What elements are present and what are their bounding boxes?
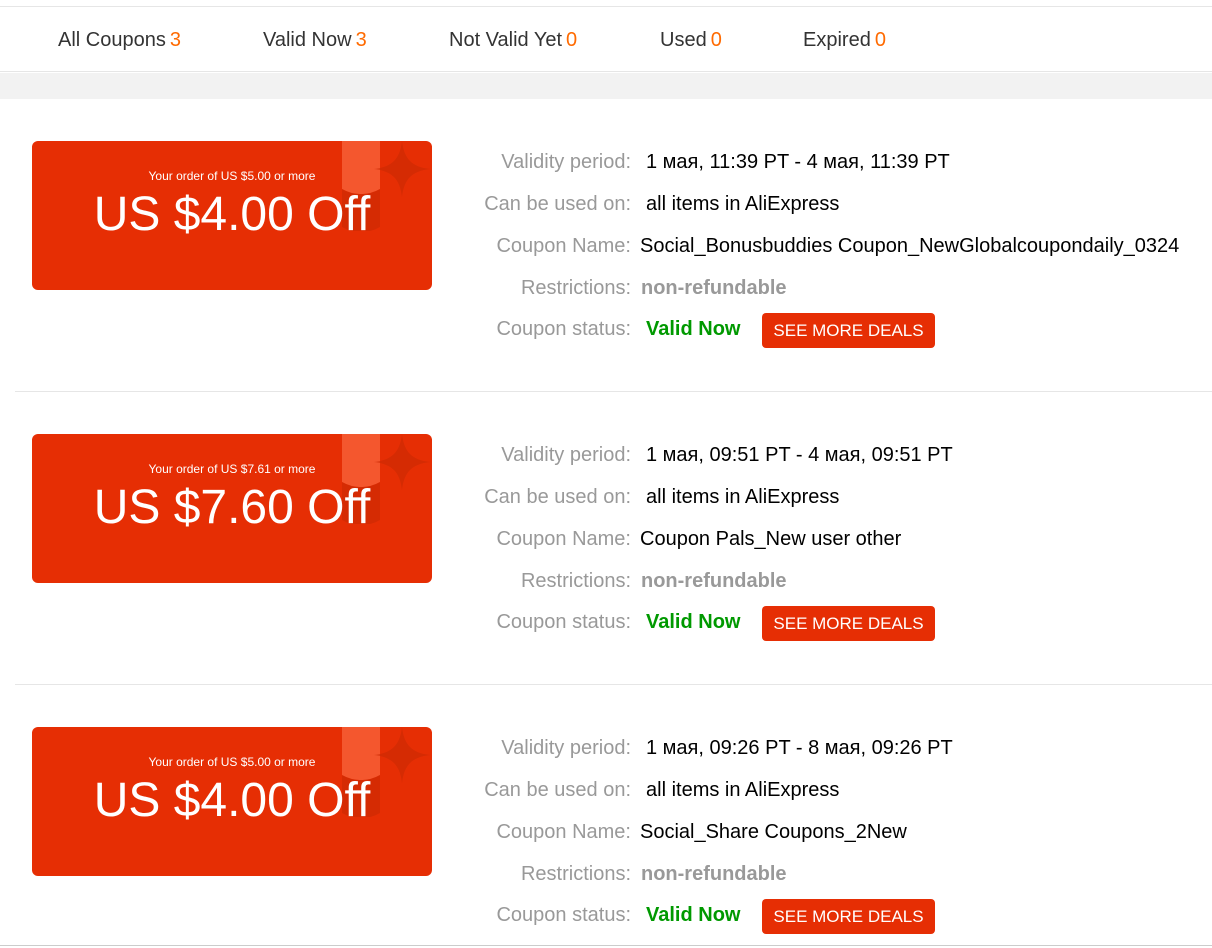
validity-value: 1 мая, 09:51 PT - 4 мая, 09:51 PT (646, 444, 953, 466)
validity-value: 1 мая, 11:39 PT - 4 мая, 11:39 PT (646, 151, 950, 173)
tab-label: All Coupons (58, 29, 166, 51)
tab-label: Not Valid Yet (449, 29, 563, 51)
restrictions-label: Restrictions: (520, 863, 631, 885)
validity-label: Validity period: (501, 444, 631, 466)
coupon-details: Validity period: 1 мая, 11:39 PT - 4 мая… (0, 99, 1212, 391)
tab-all-coupons[interactable]: All Coupons 3 (58, 7, 181, 71)
status-label: Coupon status: (496, 611, 631, 633)
tab-label: Expired (803, 29, 871, 51)
validity-label: Validity period: (501, 151, 631, 173)
tab-count: 3 (169, 29, 181, 51)
usage-label: Can be used on: (484, 193, 631, 215)
coupon-row: Your order of US $7.61 or more US $7.60 … (0, 392, 1212, 684)
coupon-name-label: Coupon Name: (496, 235, 631, 257)
coupon-name-value: Social_Bonusbuddies Coupon_NewGlobalcoup… (640, 235, 1180, 257)
restrictions-value: non-refundable (641, 570, 787, 592)
tab-label: Used (660, 29, 707, 51)
restrictions-label: Restrictions: (520, 570, 631, 592)
usage-value: all items in AliExpress (646, 779, 840, 801)
restrictions-value: non-refundable (641, 277, 787, 299)
tab-count: 0 (874, 29, 886, 51)
coupon-name-label: Coupon Name: (496, 528, 631, 550)
coupon-filter-tabs: All Coupons 3 Valid Now 3 Not Valid Yet 0 U… (0, 6, 1212, 72)
coupon-page: All Coupons 3 Valid Now 3 Not Valid Yet 0 U… (0, 0, 1212, 948)
usage-value: all items in AliExpress (646, 193, 840, 215)
see-more-deals-button[interactable]: SEE MORE DEALS (762, 899, 935, 934)
tab-count: 0 (566, 29, 578, 51)
tab-valid-now[interactable]: Valid Now 3 (263, 7, 367, 71)
tab-count: 3 (355, 29, 367, 51)
validity-value: 1 мая, 09:26 PT - 8 мая, 09:26 PT (646, 737, 953, 759)
section-spacer (0, 73, 1212, 99)
tab-expired[interactable]: Expired 0 (803, 7, 886, 71)
tab-label: Valid Now (263, 29, 352, 51)
coupon-name-value: Social_Share Coupons_2New (640, 821, 907, 843)
coupon-name-label: Coupon Name: (496, 821, 631, 843)
see-more-deals-button[interactable]: SEE MORE DEALS (762, 313, 935, 348)
see-more-deals-button[interactable]: SEE MORE DEALS (762, 606, 935, 641)
list-bottom-border (0, 945, 1212, 946)
usage-label: Can be used on: (484, 779, 631, 801)
usage-value: all items in AliExpress (646, 486, 840, 508)
coupon-details: Validity period: 1 мая, 09:51 PT - 4 мая… (0, 392, 1212, 684)
status-value: Valid Now (646, 318, 741, 340)
coupon-row: Your order of US $5.00 or more US $4.00 … (0, 99, 1212, 391)
status-label: Coupon status: (496, 904, 631, 926)
usage-label: Can be used on: (484, 486, 631, 508)
coupon-row: Your order of US $5.00 or more US $4.00 … (0, 685, 1212, 948)
tab-not-valid-yet[interactable]: Not Valid Yet 0 (449, 7, 577, 71)
status-value: Valid Now (646, 904, 741, 926)
coupon-name-value: Coupon Pals_New user other (640, 528, 902, 550)
status-label: Coupon status: (496, 318, 631, 340)
status-value: Valid Now (646, 611, 741, 633)
restrictions-label: Restrictions: (520, 277, 631, 299)
tab-used[interactable]: Used 0 (660, 7, 722, 71)
tab-count: 0 (710, 29, 722, 51)
validity-label: Validity period: (501, 737, 631, 759)
coupon-details: Validity period: 1 мая, 09:26 PT - 8 мая… (0, 685, 1212, 948)
restrictions-value: non-refundable (641, 863, 787, 885)
